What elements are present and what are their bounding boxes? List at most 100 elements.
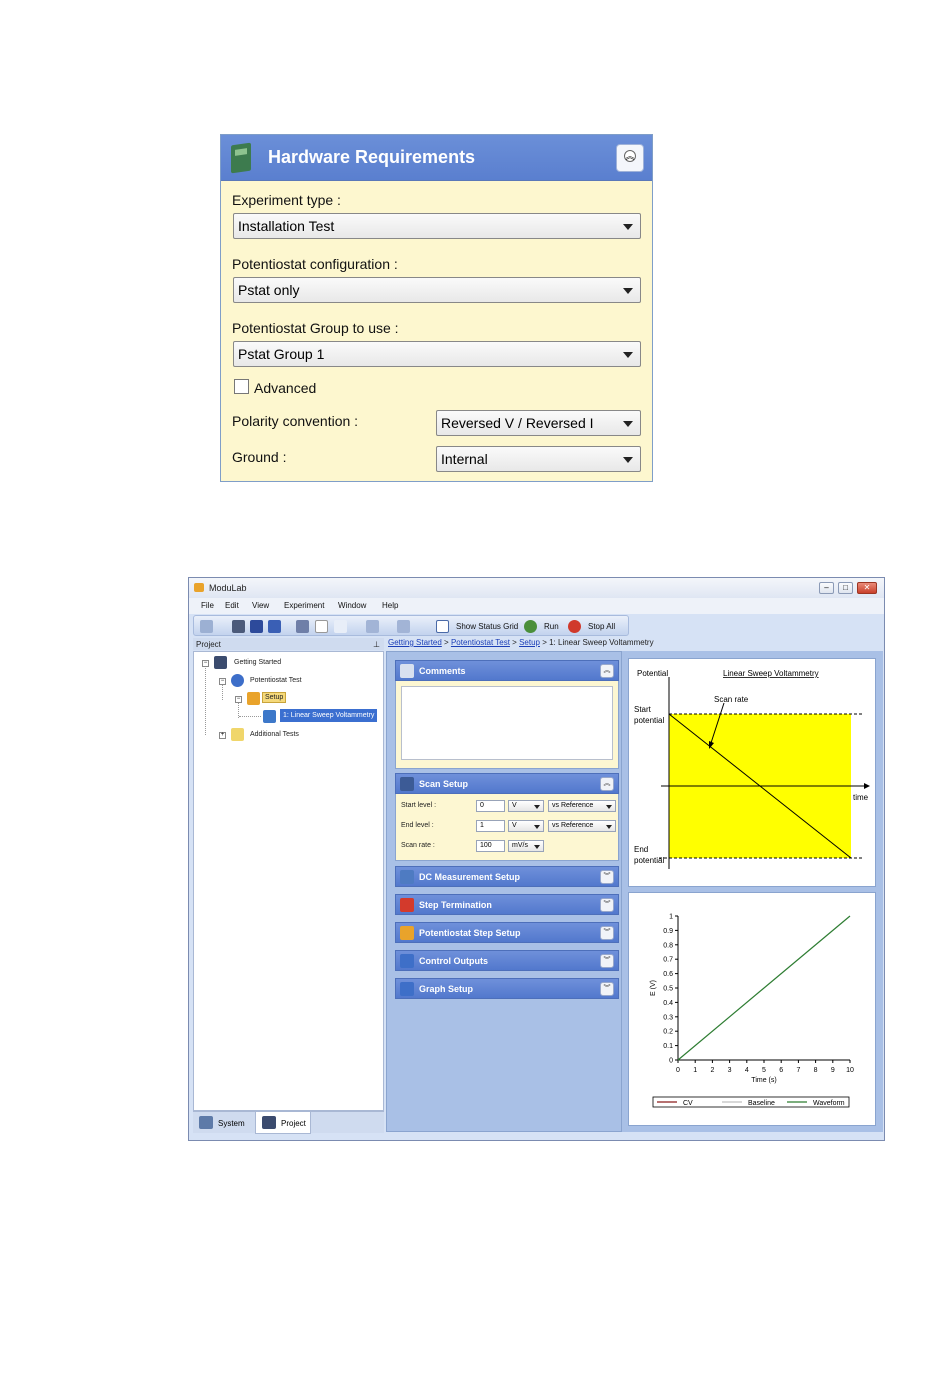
expand-icon[interactable]: ︾ [600,926,614,940]
cut-icon[interactable] [296,620,309,633]
breadcrumb-current: 1: Linear Sweep Voltammetry [549,638,654,647]
scan-rate-input[interactable]: 100 [476,840,505,852]
dropdown-arrow-icon [623,352,633,358]
expand-icon[interactable]: ︾ [600,870,614,884]
tab-system-label: System [218,1119,245,1128]
menu-view[interactable]: View [252,601,269,610]
y-tick-label: 0.3 [663,1014,673,1021]
tab-project[interactable]: Project [255,1112,311,1134]
end-ref-select[interactable]: vs Reference [548,820,616,832]
x-tick-label: 7 [796,1067,800,1074]
tab-system[interactable]: System [193,1112,255,1134]
dropdown-arrow-icon [534,805,540,809]
stop-all-button[interactable]: Stop All [588,622,615,631]
pstat-group-select[interactable]: Pstat Group 1 [233,341,641,367]
pstat-group-value: Pstat Group 1 [238,346,325,362]
run-icon[interactable] [524,620,537,633]
experiment-type-label: Experiment type : [232,192,341,208]
menu-window[interactable]: Window [338,601,366,610]
hardware-requirements-panel: Hardware Requirements ︽ Experiment type … [220,134,653,482]
diagram-title: Linear Sweep Voltammetry [723,669,819,678]
legend-label: Baseline [748,1100,775,1107]
x-tick-label: 5 [762,1067,766,1074]
breadcrumb-setup[interactable]: Setup [519,638,540,647]
modulab-window: ModuLab – □ ✕ File Edit View Experiment … [188,577,885,1141]
collapse-icon[interactable]: ︽ [600,664,614,678]
new-experiment-icon[interactable] [200,620,213,633]
pin-icon[interactable]: ⊥ [373,640,380,649]
graph-setup-icon [400,982,414,996]
x-tick-label: 6 [779,1067,783,1074]
start-level-input[interactable]: 0 [476,800,505,812]
expand-icon[interactable]: ︾ [600,954,614,968]
save-all-icon[interactable] [268,620,281,633]
section-graph-setup-header[interactable]: Graph Setup ︾ [395,978,619,999]
advanced-checkbox[interactable] [234,379,249,394]
section-dc-header[interactable]: DC Measurement Setup ︾ [395,866,619,887]
x-tick-label: 9 [831,1067,835,1074]
experiment-type-select[interactable]: Installation Test [233,213,641,239]
copy-icon[interactable] [315,620,328,633]
start-ref-select[interactable]: vs Reference [548,800,616,812]
scan-rate-label: Scan rate : [401,842,435,849]
menu-help[interactable]: Help [382,601,398,610]
lsv-diagram-svg: Potential Linear Sweep Voltammetry Scan … [634,669,870,869]
section-pstat-step-header[interactable]: Potentiostat Step Setup ︾ [395,922,619,943]
title-bar: ModuLab – □ ✕ [189,578,884,598]
show-status-grid-button[interactable]: Show Status Grid [456,622,518,631]
end-level-input[interactable]: 1 [476,820,505,832]
advanced-label: Advanced [254,380,317,396]
breadcrumb-separator: > [509,638,520,647]
run-button[interactable]: Run [544,622,559,631]
collapse-icon[interactable]: ︽ [600,777,614,791]
expand-icon[interactable]: ︾ [600,898,614,912]
section-step-termination-header[interactable]: Step Termination ︾ [395,894,619,915]
expand-toggle[interactable]: + [219,732,226,739]
start-unit-select[interactable]: V [508,800,544,812]
close-button[interactable]: ✕ [857,582,877,594]
system-icon [199,1116,213,1129]
ground-value: Internal [441,451,488,467]
breadcrumb-separator: > [441,638,451,647]
tree-item-linear-sweep[interactable]: 1: Linear Sweep Voltammetry [280,709,378,722]
end-label-1: End [634,845,648,854]
hardware-chip-icon [231,142,251,174]
tree-item-potentiostat-test[interactable]: Potentiostat Test [250,677,302,684]
undo-icon[interactable] [366,620,379,633]
polarity-select[interactable]: Reversed V / Reversed I [436,410,641,436]
expand-icon[interactable]: ︾ [600,982,614,996]
expand-toggle[interactable]: − [202,660,209,667]
section-comments-header[interactable]: Comments ︽ [395,660,619,681]
breadcrumb-getting-started[interactable]: Getting Started [388,638,442,647]
section-scan-setup-header[interactable]: Scan Setup ︽ [395,773,619,794]
chart-legend[interactable]: CV Baseline Waveform [652,1096,850,1108]
status-grid-icon[interactable] [436,620,449,633]
collapse-button[interactable]: ︽ [616,144,644,172]
maximize-button[interactable]: □ [838,582,853,594]
dropdown-arrow-icon [606,805,612,809]
section-control-outputs-header[interactable]: Control Outputs ︾ [395,950,619,971]
tree-item-setup[interactable]: Setup [262,692,287,703]
end-ref-value: vs Reference [552,822,594,829]
paste-icon[interactable] [334,620,347,633]
pstat-config-select[interactable]: Pstat only [233,277,641,303]
pstat-config-value: Pstat only [238,282,300,298]
hardware-icon[interactable] [232,620,245,633]
minimize-button[interactable]: – [819,582,834,594]
expand-toggle[interactable]: − [235,696,242,703]
comments-textarea[interactable] [401,686,613,760]
end-unit-value: V [512,822,517,829]
ground-select[interactable]: Internal [436,446,641,472]
tree-item-additional-tests[interactable]: Additional Tests [250,731,299,738]
tree-item-getting-started[interactable]: Getting Started [234,659,281,666]
stop-icon[interactable] [568,620,581,633]
scan-rate-unit-select[interactable]: mV/s [508,840,544,852]
end-unit-select[interactable]: V [508,820,544,832]
save-icon[interactable] [250,620,263,633]
breadcrumb-potentiostat-test[interactable]: Potentiostat Test [451,638,510,647]
redo-icon[interactable] [397,620,410,633]
menu-edit[interactable]: Edit [225,601,239,610]
menu-file[interactable]: File [201,601,214,610]
expand-toggle[interactable]: − [219,678,226,685]
menu-experiment[interactable]: Experiment [284,601,324,610]
